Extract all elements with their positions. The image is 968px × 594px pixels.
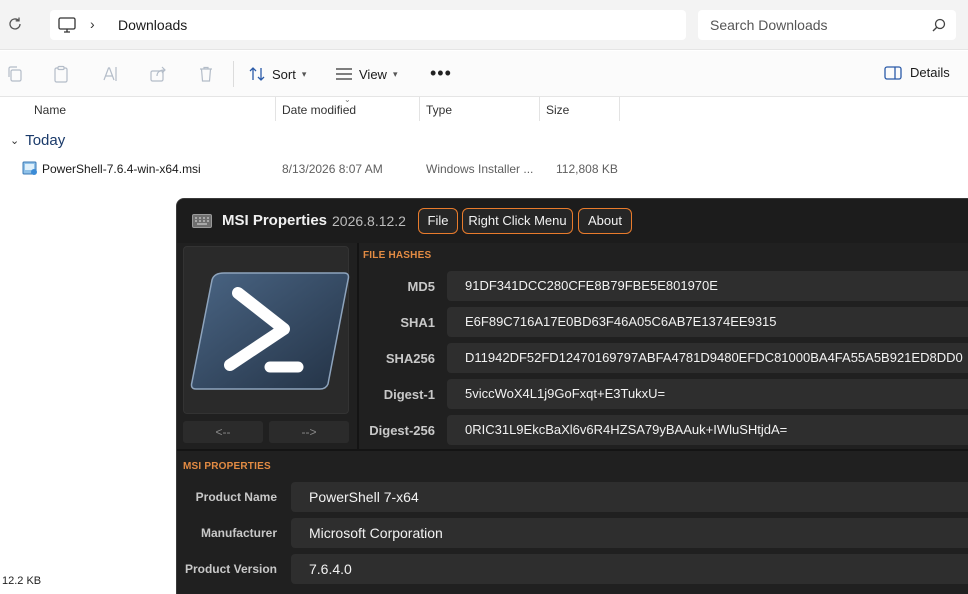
hash-value: E6F89C716A17E0BD63F46A05C6AB7E1374EE9315: [465, 314, 777, 329]
app-title: MSI Properties: [222, 212, 328, 229]
paste-icon[interactable]: [52, 65, 70, 83]
file-row[interactable]: PowerShell-7.6.4-win-x64.msi 8/13/2026 8…: [0, 156, 968, 182]
chevron-down-icon: ⌄: [10, 135, 20, 147]
property-label-product-version: Product Version: [184, 562, 277, 576]
app-version: 2026.8.12.2: [332, 213, 406, 229]
toolbar-separator: [233, 61, 234, 87]
next-button[interactable]: -->: [269, 421, 349, 443]
file-date: 8/13/2026 8:07 AM: [282, 162, 383, 176]
rename-icon[interactable]: [101, 65, 119, 83]
search-placeholder: Search Downloads: [710, 17, 828, 33]
previous-button[interactable]: <--: [183, 421, 263, 443]
status-bar-size: 12.2 KB: [2, 575, 42, 587]
file-menu-button[interactable]: File: [418, 208, 458, 234]
property-value: PowerShell 7-x64: [309, 489, 419, 505]
hash-label-md5: MD5: [407, 279, 435, 294]
sort-label: Sort: [272, 66, 296, 82]
chevron-right-icon[interactable]: ›: [90, 16, 95, 32]
column-divider[interactable]: [619, 97, 620, 121]
property-value: 7.6.4.0: [309, 561, 352, 577]
column-type[interactable]: Type: [426, 103, 452, 117]
view-button[interactable]: View ▾: [335, 63, 397, 85]
search-icon: [932, 18, 946, 32]
panel-divider: [357, 243, 359, 449]
address-location[interactable]: Downloads: [118, 17, 187, 33]
file-size: 112,808 KB: [556, 162, 618, 176]
column-name[interactable]: Name: [34, 103, 66, 117]
details-button[interactable]: Details: [884, 65, 950, 80]
column-size[interactable]: Size: [546, 103, 569, 117]
refresh-icon[interactable]: [7, 16, 23, 32]
details-pane-icon: [884, 65, 902, 80]
command-bar: Sort ▾ View ▾ ••• Details: [0, 51, 968, 97]
hash-label-sha256: SHA256: [385, 351, 435, 366]
property-field-product-version[interactable]: 7.6.4.0: [291, 554, 968, 584]
view-label: View: [359, 66, 387, 82]
details-label: Details: [910, 65, 950, 80]
chevron-down-icon: ▾: [392, 68, 398, 79]
column-header-row: Name ⌄ Date modified Type Size: [0, 95, 968, 123]
hash-field-digest-256[interactable]: 0RIC31L9EkcBaXl6v6R4HZSA79yBAAuk+IWluSHt…: [447, 415, 968, 445]
product-logo-panel: [183, 246, 350, 414]
hash-field-sha1[interactable]: E6F89C716A17E0BD63F46A05C6AB7E1374EE9315: [447, 307, 968, 337]
group-label: Today: [25, 132, 66, 149]
column-divider[interactable]: [419, 97, 420, 121]
this-pc-icon: [58, 17, 76, 33]
sort-button[interactable]: Sort ▾: [248, 63, 306, 85]
sort-icon: [249, 67, 265, 81]
copy-icon[interactable]: [6, 65, 24, 83]
group-header-today[interactable]: ⌄ Today: [10, 132, 65, 149]
view-icon: [336, 68, 352, 80]
powershell-icon: [190, 272, 350, 390]
chevron-down-icon: ▾: [301, 68, 307, 79]
hash-label-sha1: SHA1: [400, 315, 435, 330]
file-hashes-heading: FILE HASHES: [363, 250, 432, 261]
column-divider[interactable]: [275, 97, 276, 121]
property-label-product-name: Product Name: [195, 490, 277, 504]
hash-value: 5viccWoX4L1j9GoFxqt+E3TukxU=: [465, 386, 666, 401]
hash-value: 0RIC31L9EkcBaXl6v6R4HZSA79yBAAuk+IWluSHt…: [465, 422, 788, 437]
about-button[interactable]: About: [578, 208, 632, 234]
hash-field-digest-1[interactable]: 5viccWoX4L1j9GoFxqt+E3TukxU=: [447, 379, 968, 409]
search-input[interactable]: Search Downloads: [698, 10, 956, 40]
property-field-product-name[interactable]: PowerShell 7-x64: [291, 482, 968, 512]
msi-properties-window: MSI Properties 2026.8.12.2 File Right Cl…: [176, 198, 968, 594]
file-name: PowerShell-7.6.4-win-x64.msi: [42, 162, 201, 176]
hash-value: 91DF341DCC280CFE8B79FBE5E801970E: [465, 278, 718, 293]
hash-field-sha256[interactable]: D11942DF52FD12470169797ABFA4781D9480EFDC…: [447, 343, 968, 373]
delete-icon[interactable]: [197, 65, 215, 83]
keyboard-icon: [192, 214, 212, 228]
property-label-manufacturer: Manufacturer: [200, 526, 277, 540]
screen: › Downloads Search Downloads Sort ▾ View…: [0, 0, 968, 594]
hash-field-md5[interactable]: 91DF341DCC280CFE8B79FBE5E801970E: [447, 271, 968, 301]
property-field-manufacturer[interactable]: Microsoft Corporation: [291, 518, 968, 548]
hash-value: D11942DF52FD12470169797ABFA4781D9480EFDC…: [465, 350, 963, 365]
msi-file-icon: [22, 161, 37, 175]
property-value: Microsoft Corporation: [309, 525, 443, 541]
app-titlebar[interactable]: MSI Properties 2026.8.12.2 File Right Cl…: [177, 199, 968, 243]
right-click-menu-button[interactable]: Right Click Menu: [462, 208, 573, 234]
file-type: Windows Installer ...: [426, 162, 534, 176]
column-date-modified[interactable]: Date modified: [282, 103, 356, 117]
section-divider: [177, 449, 968, 451]
column-divider[interactable]: [539, 97, 540, 121]
address-box[interactable]: › Downloads: [50, 10, 686, 40]
share-icon[interactable]: [149, 65, 167, 83]
hash-label-digest-1: Digest-1: [383, 387, 435, 402]
hash-label-digest-256: Digest-256: [369, 423, 435, 438]
address-bar: › Downloads Search Downloads: [0, 0, 968, 50]
more-options-button[interactable]: •••: [430, 63, 452, 84]
msi-properties-heading: MSI PROPERTIES: [183, 461, 271, 472]
